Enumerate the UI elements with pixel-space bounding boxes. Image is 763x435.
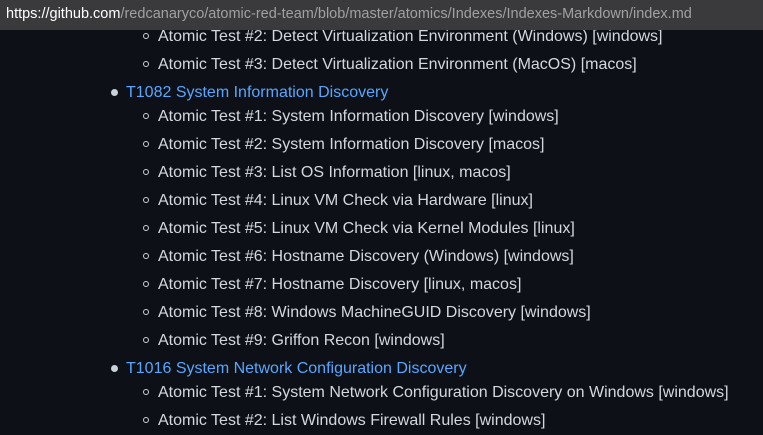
bullet-icon — [143, 309, 149, 315]
test-label: Atomic Test #6: Hostname Discovery (Wind… — [158, 248, 574, 265]
list-item: Atomic Test #3: List OS Information [lin… — [143, 160, 511, 186]
url-path: /redcanaryco/atomic-red-team/blob/master… — [120, 6, 692, 22]
technique-item: T1082 System Information Discovery — [111, 80, 388, 106]
bullet-icon — [143, 113, 149, 119]
test-label: Atomic Test #7: Hostname Discovery [linu… — [158, 276, 522, 293]
list-item: Atomic Test #2: System Information Disco… — [143, 132, 545, 158]
url-host: https://github.com — [6, 6, 121, 22]
list-item: Atomic Test #8: Windows MachineGUID Disc… — [143, 300, 591, 326]
test-label: Atomic Test #4: Linux VM Check via Hardw… — [158, 192, 533, 209]
bullet-icon — [143, 169, 149, 175]
bullet-icon — [143, 33, 149, 39]
url-bar[interactable]: https://github.com/redcanaryco/atomic-re… — [0, 0, 763, 30]
test-label: Atomic Test #2: Detect Virtualization En… — [158, 28, 663, 45]
bullet-icon — [111, 365, 118, 372]
list-item: Atomic Test #1: System Information Disco… — [143, 104, 559, 130]
markdown-content: Atomic Test #2: Detect Virtualization En… — [0, 0, 763, 435]
technique-link-t1016[interactable]: T1016 System Network Configuration Disco… — [126, 360, 467, 377]
test-label: Atomic Test #3: List OS Information [lin… — [158, 164, 511, 181]
bullet-icon — [143, 389, 149, 395]
bullet-icon — [143, 281, 149, 287]
bullet-icon — [143, 253, 149, 259]
list-item: Atomic Test #1: System Network Configura… — [143, 380, 729, 406]
test-label: Atomic Test #2: List Windows Firewall Ru… — [158, 412, 546, 429]
technique-item: T1016 System Network Configuration Disco… — [111, 356, 467, 382]
test-label: Atomic Test #2: System Information Disco… — [158, 136, 545, 153]
test-label: Atomic Test #1: System Network Configura… — [158, 384, 729, 401]
list-item: Atomic Test #6: Hostname Discovery (Wind… — [143, 244, 574, 270]
bullet-icon — [143, 417, 149, 423]
bullet-icon — [143, 197, 149, 203]
bullet-icon — [143, 225, 149, 231]
list-item: Atomic Test #2: List Windows Firewall Ru… — [143, 408, 546, 434]
technique-link-t1082[interactable]: T1082 System Information Discovery — [126, 84, 388, 101]
bullet-icon — [143, 141, 149, 147]
test-label: Atomic Test #9: Griffon Recon [windows] — [158, 332, 445, 349]
list-item: Atomic Test #7: Hostname Discovery [linu… — [143, 272, 522, 298]
bullet-icon — [143, 337, 149, 343]
list-item: Atomic Test #3: Detect Virtualization En… — [143, 52, 637, 78]
list-item: Atomic Test #4: Linux VM Check via Hardw… — [143, 188, 533, 214]
test-label: Atomic Test #3: Detect Virtualization En… — [158, 56, 637, 73]
test-label: Atomic Test #1: System Information Disco… — [158, 108, 559, 125]
test-label: Atomic Test #5: Linux VM Check via Kerne… — [158, 220, 575, 237]
list-item: Atomic Test #9: Griffon Recon [windows] — [143, 328, 445, 354]
bullet-icon — [143, 61, 149, 67]
bullet-icon — [111, 89, 118, 96]
list-item: Atomic Test #5: Linux VM Check via Kerne… — [143, 216, 575, 242]
test-label: Atomic Test #8: Windows MachineGUID Disc… — [158, 304, 591, 321]
